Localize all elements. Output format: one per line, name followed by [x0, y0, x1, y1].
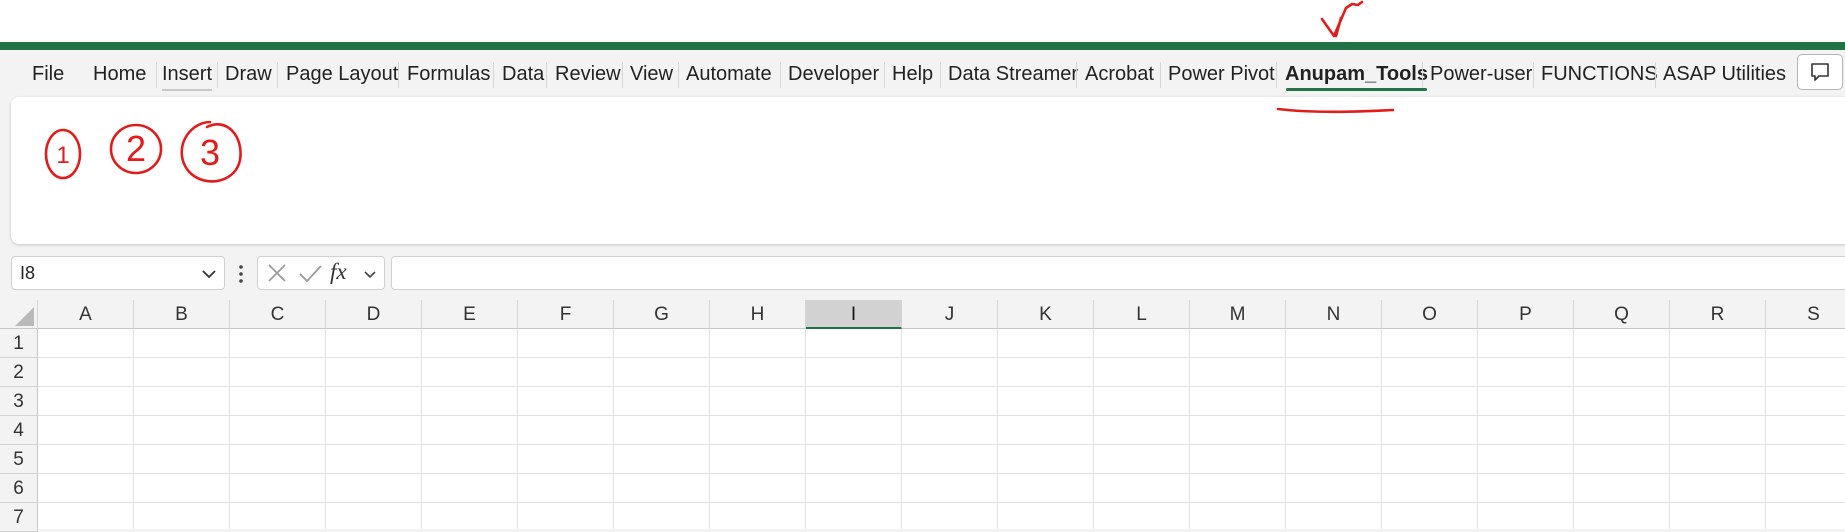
column-header-g[interactable]: G	[614, 300, 710, 329]
column-header-k[interactable]: K	[998, 300, 1094, 329]
tab-automate[interactable]: Automate	[686, 62, 772, 86]
tab-separator	[493, 62, 494, 88]
tab-separator	[156, 62, 157, 88]
insert-function-button[interactable]: fx	[330, 259, 347, 285]
name-box[interactable]: I8	[11, 256, 225, 290]
tab-separator	[780, 62, 781, 88]
column-header-m[interactable]: M	[1190, 300, 1286, 329]
tab-separator	[622, 62, 623, 88]
row-header-5[interactable]: 5	[0, 445, 38, 474]
tab-separator	[884, 62, 885, 88]
column-header-h[interactable]: H	[710, 300, 806, 329]
chevron-down-icon[interactable]	[363, 267, 377, 281]
tab-developer[interactable]: Developer	[788, 62, 879, 86]
cancel-icon[interactable]	[264, 260, 290, 286]
ribbon-tabs: File Home Insert Draw Page Layout Formul…	[0, 50, 1845, 96]
tab-separator	[546, 62, 547, 88]
tab-review[interactable]: Review	[555, 62, 621, 86]
title-area	[0, 0, 1845, 42]
tab-power-pivot[interactable]: Power Pivot	[1168, 62, 1275, 86]
tab-separator	[1160, 62, 1161, 88]
column-header-b[interactable]: B	[134, 300, 230, 329]
tab-data-streamer[interactable]: Data Streamer	[948, 62, 1078, 86]
column-header-s[interactable]: S	[1766, 300, 1845, 329]
column-header-l[interactable]: L	[1094, 300, 1190, 329]
cell-area[interactable]	[38, 329, 1845, 529]
column-header-i[interactable]: I	[806, 300, 902, 329]
row-header-3[interactable]: 3	[0, 387, 38, 416]
column-header-a[interactable]: A	[38, 300, 134, 329]
column-header-e[interactable]: E	[422, 300, 518, 329]
column-header-j[interactable]: J	[902, 300, 998, 329]
tab-view[interactable]: View	[630, 62, 673, 86]
tab-file[interactable]: File	[32, 62, 64, 86]
row-header-4[interactable]: 4	[0, 416, 38, 445]
formula-controls: fx	[257, 256, 385, 290]
ribbon-panel	[11, 97, 1845, 244]
column-header-d[interactable]: D	[326, 300, 422, 329]
row-header-1[interactable]: 1	[0, 329, 38, 358]
tab-data[interactable]: Data	[502, 62, 544, 86]
column-header-r[interactable]: R	[1670, 300, 1766, 329]
select-all-button[interactable]	[0, 300, 38, 329]
comment-icon	[1811, 63, 1829, 81]
tab-formulas[interactable]: Formulas	[407, 62, 490, 86]
tab-separator	[1276, 62, 1277, 88]
select-all-icon	[15, 307, 34, 326]
tab-power-user[interactable]: Power-user	[1430, 62, 1532, 86]
enter-icon[interactable]	[296, 260, 324, 286]
tab-anupam-tools[interactable]: Anupam_Tools	[1285, 62, 1428, 91]
accent-bar	[0, 42, 1845, 50]
tab-separator	[940, 62, 941, 88]
tab-separator	[1422, 62, 1423, 88]
tab-insert[interactable]: Insert	[162, 62, 213, 91]
tab-help[interactable]: Help	[892, 62, 933, 86]
column-header-c[interactable]: C	[230, 300, 326, 329]
tab-acrobat[interactable]: Acrobat	[1085, 62, 1154, 86]
spreadsheet-grid: ABCDEFGHIJKLMNOPQRS 1234567	[0, 300, 1845, 532]
tab-page-layout[interactable]: Page Layout	[286, 62, 398, 86]
formula-input[interactable]	[391, 256, 1845, 290]
comments-button[interactable]	[1797, 54, 1843, 90]
tab-separator	[678, 62, 679, 88]
chevron-down-icon[interactable]	[200, 265, 218, 283]
column-header-q[interactable]: Q	[1574, 300, 1670, 329]
more-options-icon[interactable]	[236, 263, 246, 285]
tab-home[interactable]: Home	[93, 62, 146, 86]
tab-separator	[1655, 62, 1656, 88]
tab-separator	[217, 62, 218, 88]
name-box-value: I8	[20, 263, 36, 283]
tab-separator	[398, 62, 399, 88]
column-header-n[interactable]: N	[1286, 300, 1382, 329]
tab-separator	[1533, 62, 1534, 88]
tab-draw[interactable]: Draw	[225, 62, 272, 86]
column-header-o[interactable]: O	[1382, 300, 1478, 329]
column-header-f[interactable]: F	[518, 300, 614, 329]
column-header-p[interactable]: P	[1478, 300, 1574, 329]
tab-functions[interactable]: FUNCTIONS	[1541, 62, 1658, 86]
tab-separator	[1076, 62, 1077, 88]
tab-separator	[277, 62, 278, 88]
tab-asap-utilities[interactable]: ASAP Utilities	[1663, 62, 1786, 86]
row-header-2[interactable]: 2	[0, 358, 38, 387]
row-header-6[interactable]: 6	[0, 474, 38, 503]
